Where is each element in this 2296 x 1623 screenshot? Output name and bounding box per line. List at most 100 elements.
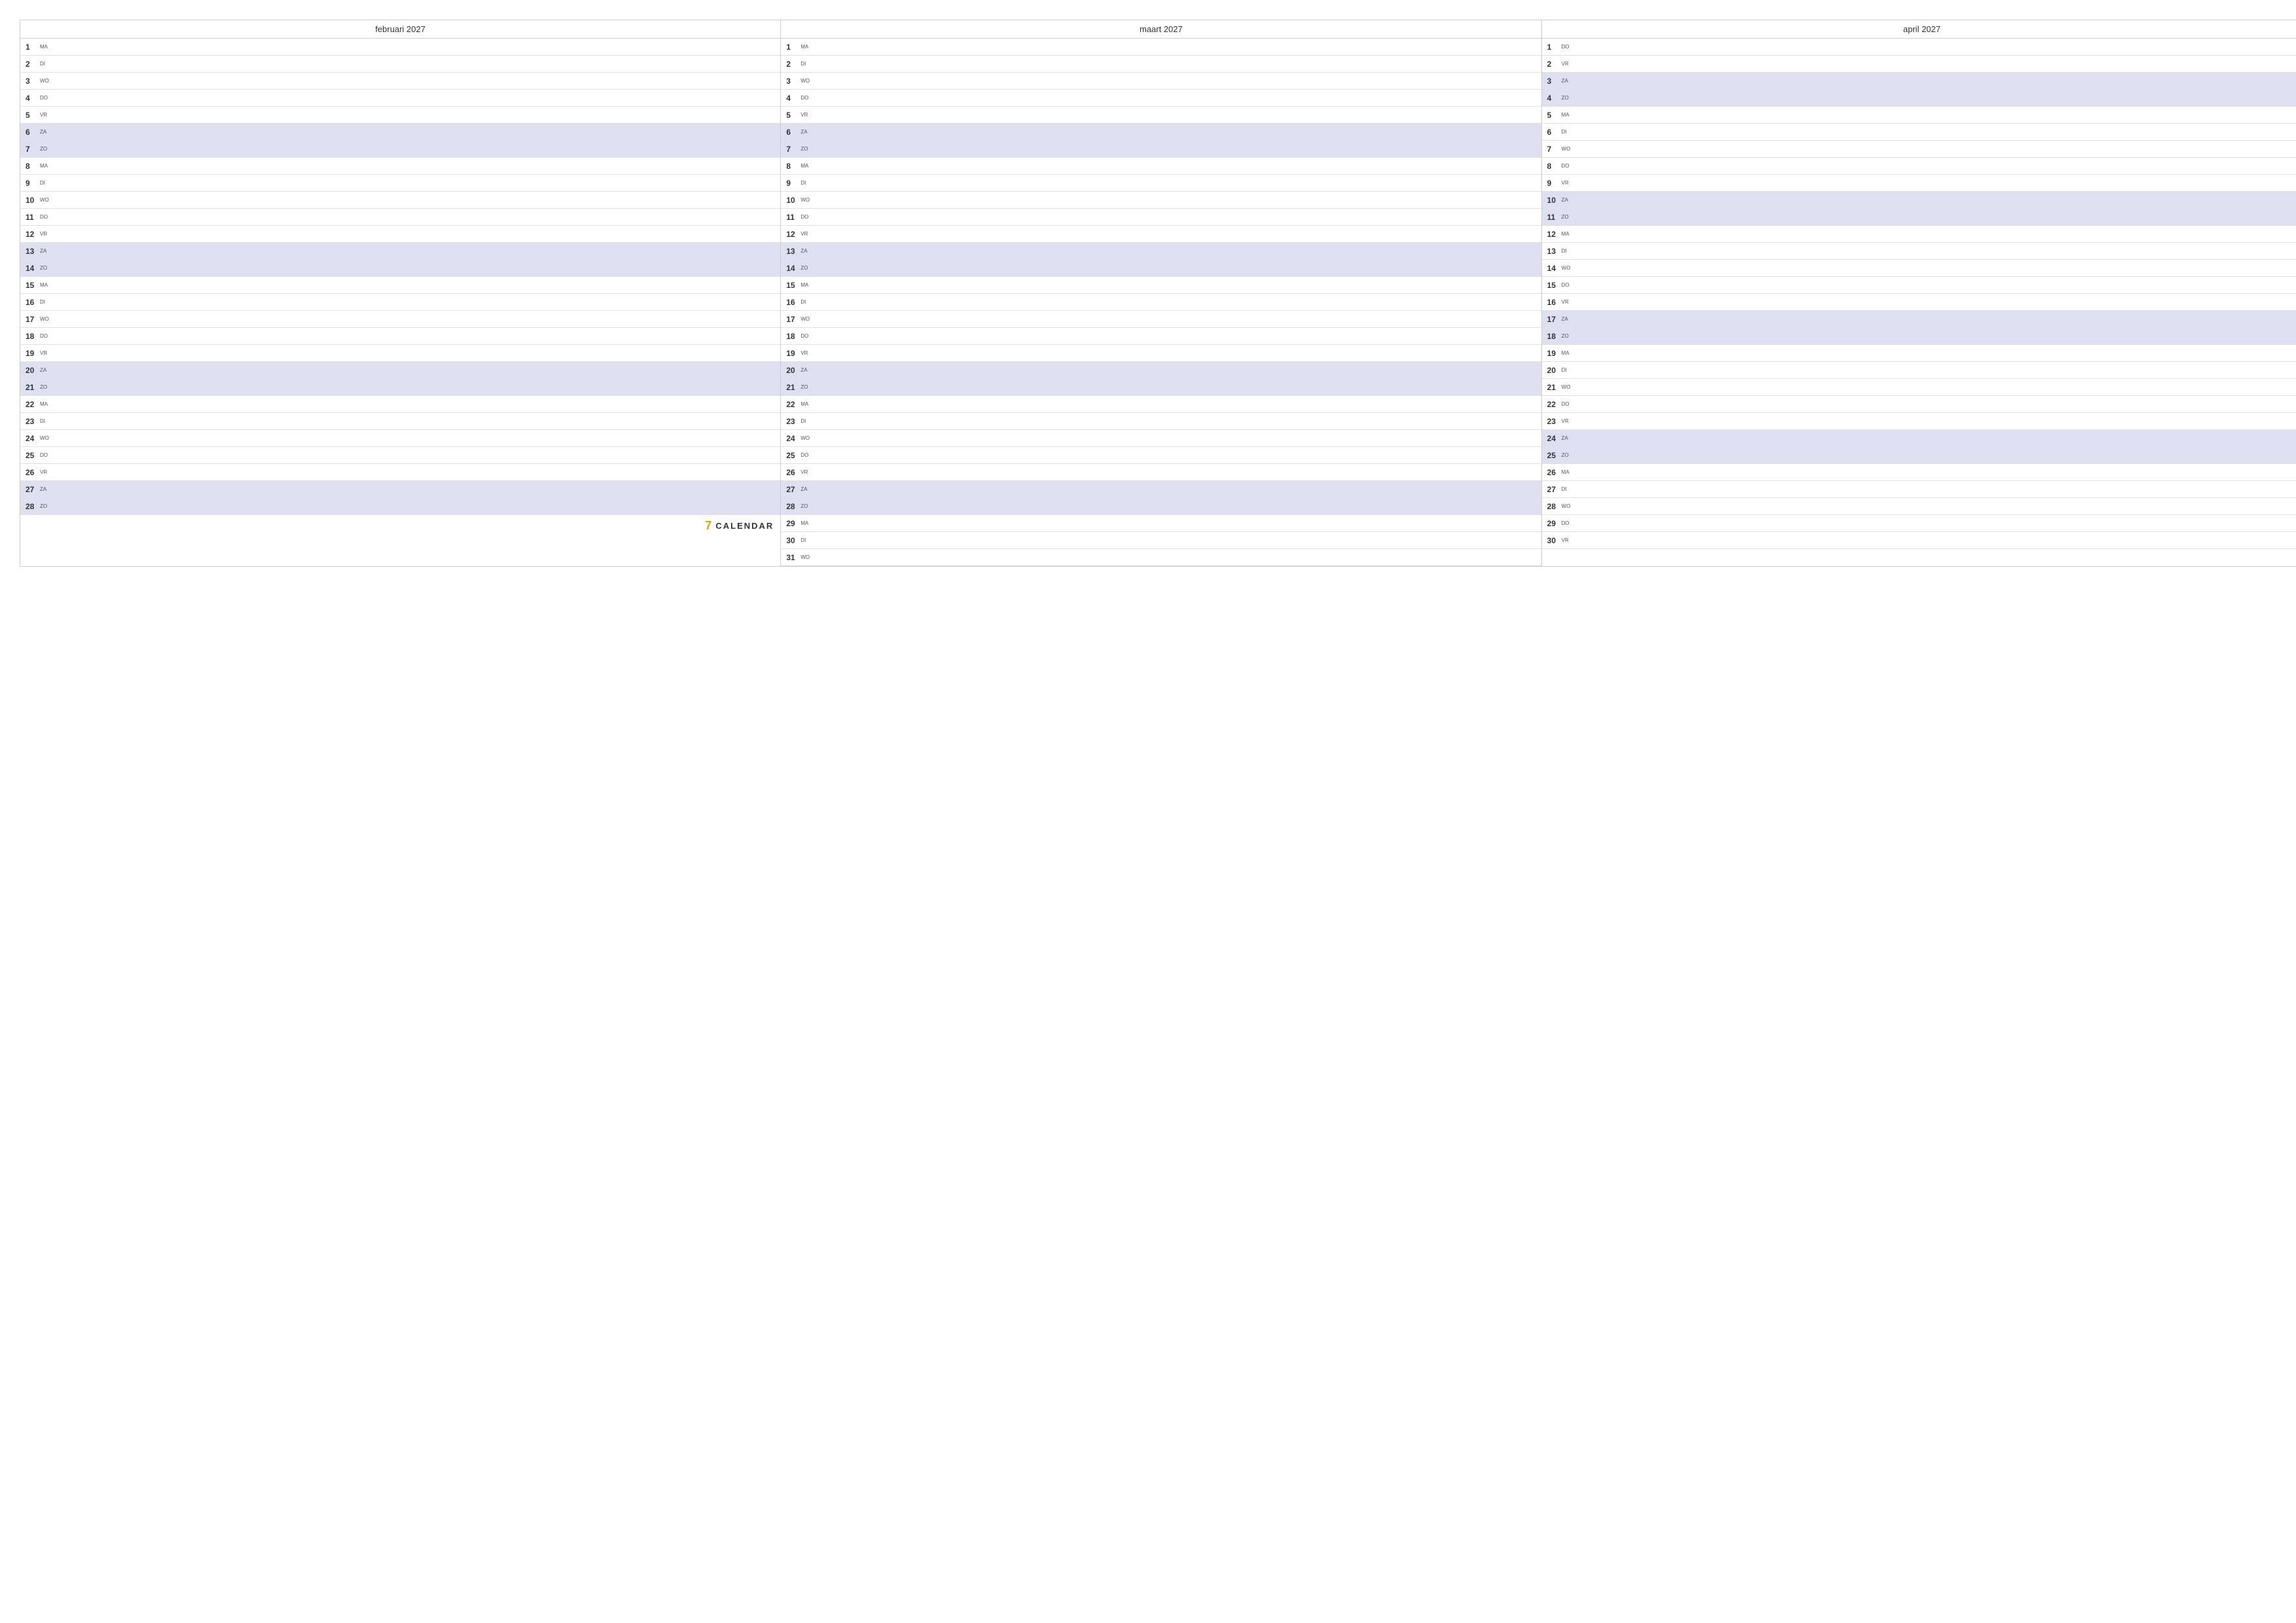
- day-number: 26: [786, 468, 799, 477]
- day-number: 9: [26, 179, 39, 188]
- day-name: DO: [1562, 282, 1570, 288]
- day-row: 12VR: [781, 226, 1541, 243]
- day-row: 9DI: [781, 175, 1541, 192]
- day-row: 20ZA: [20, 362, 780, 379]
- day-number: 31: [786, 553, 799, 562]
- day-name: DO: [40, 452, 48, 458]
- day-name: ZO: [1562, 95, 1569, 101]
- day-name: DI: [1562, 367, 1567, 373]
- day-row: 14ZO: [781, 260, 1541, 277]
- day-number: 18: [786, 332, 799, 341]
- day-row: 27ZA: [20, 481, 780, 498]
- day-number: 25: [1547, 451, 1560, 460]
- day-number: 8: [26, 162, 39, 171]
- day-row: 21ZO: [20, 379, 780, 396]
- day-row: 30DI: [781, 532, 1541, 549]
- day-row: 22MA: [20, 396, 780, 413]
- day-row: 15MA: [781, 277, 1541, 294]
- day-number: 19: [1547, 349, 1560, 358]
- day-number: 14: [26, 264, 39, 273]
- day-name: MA: [40, 282, 48, 288]
- day-name: WO: [40, 316, 49, 322]
- day-name: WO: [800, 554, 810, 560]
- day-name: DO: [40, 95, 48, 101]
- day-name: DO: [1562, 401, 1570, 407]
- day-name: MA: [40, 163, 48, 169]
- day-row: 28ZO: [781, 498, 1541, 515]
- watermark-label: CALENDAR: [715, 521, 774, 531]
- day-name: ZO: [800, 146, 808, 152]
- day-row: 27ZA: [781, 481, 1541, 498]
- day-number: 11: [26, 213, 39, 222]
- day-number: 10: [26, 196, 39, 205]
- day-name: ZA: [40, 367, 46, 373]
- day-row: 2VR: [1542, 56, 2296, 73]
- day-row: 27DI: [1542, 481, 2296, 498]
- day-name: MA: [1562, 112, 1570, 118]
- day-name: DI: [800, 180, 806, 186]
- day-number: 8: [1547, 162, 1560, 171]
- day-name: DI: [40, 299, 45, 305]
- day-name: WO: [800, 316, 810, 322]
- day-name: ZA: [1562, 78, 1568, 84]
- day-row: 5VR: [781, 107, 1541, 124]
- day-row: 17WO: [781, 311, 1541, 328]
- day-row: 22DO: [1542, 396, 2296, 413]
- day-name: DI: [1562, 248, 1567, 254]
- day-name: VR: [1562, 180, 1569, 186]
- day-name: ZA: [1562, 316, 1568, 322]
- day-row: 13DI: [1542, 243, 2296, 260]
- day-row: 26MA: [1542, 464, 2296, 481]
- day-row: 15DO: [1542, 277, 2296, 294]
- day-number: 7: [1547, 145, 1560, 154]
- day-name: ZA: [1562, 435, 1568, 441]
- day-row: 11DO: [20, 209, 780, 226]
- day-number: 9: [1547, 179, 1560, 188]
- day-name: ZA: [1562, 197, 1568, 203]
- day-number: 15: [1547, 281, 1560, 290]
- day-row: 24WO: [781, 430, 1541, 447]
- day-name: ZO: [800, 265, 808, 271]
- day-row: 10WO: [781, 192, 1541, 209]
- day-number: 25: [786, 451, 799, 460]
- day-number: 14: [1547, 264, 1560, 273]
- day-row: 5MA: [1542, 107, 2296, 124]
- day-row: 26VR: [20, 464, 780, 481]
- day-number: 16: [786, 298, 799, 307]
- day-number: 17: [786, 315, 799, 324]
- day-number: 22: [786, 400, 799, 409]
- day-row: 15MA: [20, 277, 780, 294]
- day-row: 24WO: [20, 430, 780, 447]
- day-number: 29: [1547, 519, 1560, 528]
- day-name: VR: [800, 112, 808, 118]
- day-name: ZO: [1562, 452, 1569, 458]
- day-number: 21: [1547, 383, 1560, 392]
- day-row: 1DO: [1542, 39, 2296, 56]
- day-row: 14WO: [1542, 260, 2296, 277]
- day-number: 15: [26, 281, 39, 290]
- day-name: WO: [1562, 265, 1571, 271]
- day-number: 18: [1547, 332, 1560, 341]
- day-number: 27: [1547, 485, 1560, 494]
- day-number: 30: [786, 536, 799, 545]
- day-row: 4DO: [781, 90, 1541, 107]
- day-row: 29DO: [1542, 515, 2296, 532]
- day-name: VR: [1562, 418, 1569, 424]
- day-number: 27: [26, 485, 39, 494]
- day-number: 11: [1547, 213, 1560, 222]
- day-name: DO: [1562, 44, 1570, 50]
- day-number: 13: [786, 247, 799, 256]
- day-name: ZO: [40, 384, 47, 390]
- day-number: 12: [26, 230, 39, 239]
- day-row: 20DI: [1542, 362, 2296, 379]
- day-name: MA: [800, 44, 808, 50]
- day-name: MA: [1562, 469, 1570, 475]
- day-name: VR: [800, 469, 808, 475]
- calendar-outer: februari 20271MA2DI3WO4DO5VR6ZA7ZO8MA9DI…: [0, 0, 2296, 586]
- day-name: ZO: [40, 146, 47, 152]
- day-row: 23VR: [1542, 413, 2296, 430]
- day-name: VR: [40, 469, 47, 475]
- day-row: 24ZA: [1542, 430, 2296, 447]
- day-number: 8: [786, 162, 799, 171]
- day-row: 8DO: [1542, 158, 2296, 175]
